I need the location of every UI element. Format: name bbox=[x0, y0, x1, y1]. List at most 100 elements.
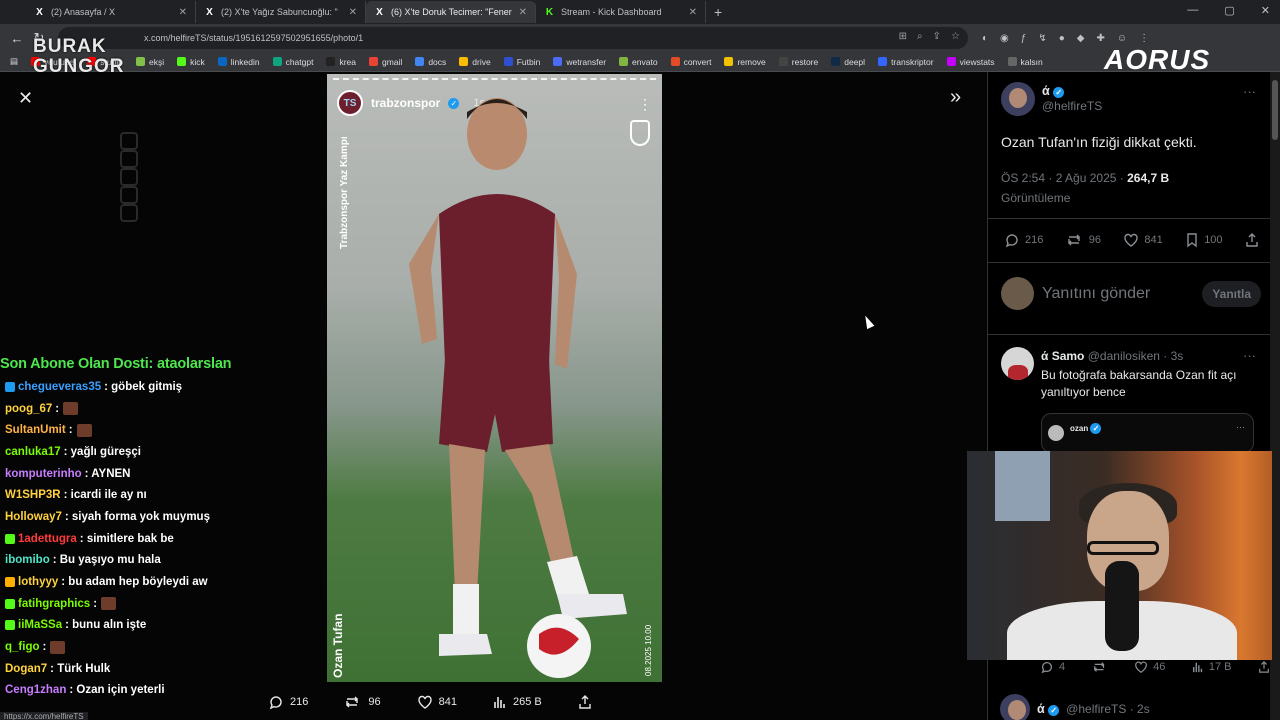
bookmark-favicon-icon bbox=[272, 57, 282, 66]
bookmark-drive[interactable]: drive bbox=[459, 57, 491, 67]
tab-close-icon[interactable]: ✕ bbox=[179, 7, 187, 18]
bookmark-krea[interactable]: krea bbox=[326, 57, 356, 67]
reply-author-avatar[interactable] bbox=[1001, 347, 1034, 380]
reply-more-icon[interactable]: ··· bbox=[1243, 348, 1256, 363]
extension-icon[interactable]: ƒ bbox=[1021, 33, 1027, 44]
chat-message: ibomibo: Bu yaşıyo mu hala bbox=[5, 550, 305, 572]
bookmark-docs[interactable]: docs bbox=[415, 57, 446, 67]
bookmark-chatgpt[interactable]: chatgpt bbox=[272, 57, 313, 67]
story-image: TS trabzonspor ✓ 1s ⋮ Trabzonspor Yaz Ka… bbox=[327, 74, 662, 682]
close-viewer-button[interactable]: ✕ bbox=[18, 88, 33, 109]
chat-username[interactable]: iiMaSSa bbox=[18, 619, 62, 631]
close-window-icon[interactable]: ✕ bbox=[1261, 4, 1270, 17]
chat-username[interactable]: komputerinho bbox=[5, 468, 82, 480]
reply-repost-button[interactable] bbox=[1092, 660, 1108, 674]
chat-username[interactable]: lothyyy bbox=[18, 576, 58, 588]
back-icon[interactable]: ← bbox=[6, 31, 28, 46]
bookmark-label: transkriptor bbox=[891, 56, 934, 67]
minimize-icon[interactable]: — bbox=[1187, 4, 1198, 17]
bookmark-deepl[interactable]: deepl bbox=[831, 57, 865, 67]
bookmark-kalsın[interactable]: kalsın bbox=[1007, 56, 1043, 67]
share-icon[interactable]: ⇪ bbox=[933, 31, 941, 42]
maximize-icon[interactable]: ▢ bbox=[1224, 4, 1234, 17]
image-like-button[interactable]: 841 bbox=[417, 694, 457, 710]
share-button[interactable] bbox=[1245, 232, 1259, 248]
tab-close-icon[interactable]: ✕ bbox=[689, 7, 697, 18]
embed-more-icon[interactable]: ··· bbox=[1236, 422, 1245, 432]
tweet-more-icon[interactable]: ··· bbox=[1243, 84, 1256, 99]
reply-share-button[interactable] bbox=[1258, 660, 1270, 674]
bookmark-kick[interactable]: kick bbox=[177, 57, 205, 67]
browser-tab[interactable]: X (2) Anasayfa / X ✕ bbox=[26, 1, 196, 23]
tab-close-icon[interactable]: ✕ bbox=[349, 7, 357, 18]
chat-username[interactable]: Dogan7 bbox=[5, 663, 47, 675]
chat-text: : Türk Hulk bbox=[50, 662, 111, 675]
reply-input[interactable]: Yanıtını gönder bbox=[1042, 285, 1202, 303]
reply-views-button[interactable]: 17 B bbox=[1192, 660, 1231, 674]
tab-close-icon[interactable]: ✕ bbox=[519, 7, 527, 18]
tweet-time[interactable]: ÖS 2:54 · 2 Ağu 2025 · bbox=[1001, 171, 1127, 185]
bookmark-linkedin[interactable]: linkedin bbox=[217, 57, 260, 67]
bookmark-button[interactable]: 100 bbox=[1185, 232, 1223, 248]
browser-tab[interactable]: X (6) X'te Doruk Tecimer: "Fener ✕ bbox=[366, 1, 536, 23]
bookmark-transkriptor[interactable]: transkriptor bbox=[878, 57, 934, 67]
profile-icon[interactable]: ☺ bbox=[1117, 33, 1127, 44]
address-bar[interactable]: x.com/helfireTS/status/19516125975029516… bbox=[58, 27, 968, 49]
bookmark-label: Futbin bbox=[516, 56, 541, 67]
chat-username[interactable]: q_figo bbox=[5, 641, 40, 653]
image-repost-button[interactable]: 96 bbox=[344, 694, 381, 710]
chat-username[interactable]: 1adettugra bbox=[18, 533, 77, 545]
install-icon[interactable]: ⊞ bbox=[899, 31, 907, 42]
reply-button[interactable]: 216 bbox=[1004, 232, 1043, 248]
browser-tab[interactable]: X (2) X'te Yağız Sabuncuoğlu: " ✕ bbox=[196, 1, 366, 23]
reply-submit-button[interactable]: Yanıtla bbox=[1202, 280, 1261, 307]
bookmark-label: kalsın bbox=[1020, 56, 1043, 67]
bookmark-convert[interactable]: convert bbox=[670, 57, 711, 67]
image-share-button[interactable] bbox=[578, 694, 598, 710]
bookmark-restore[interactable]: restore bbox=[778, 57, 818, 67]
extension-icon[interactable]: ↯ bbox=[1038, 33, 1046, 44]
bookmark-wetransfer[interactable]: wetransfer bbox=[553, 57, 606, 67]
quoted-embed[interactable]: ozan ✓ ··· bbox=[1041, 413, 1254, 453]
chat-message: iiMaSSa: bunu alın işte bbox=[5, 615, 305, 637]
repost-button[interactable]: 96 bbox=[1066, 232, 1101, 248]
extension-icon[interactable]: ◐ bbox=[982, 33, 988, 44]
next-reply-avatar[interactable] bbox=[1000, 694, 1030, 720]
browser-tab[interactable]: K Stream - Kick Dashboard ✕ bbox=[536, 1, 706, 23]
extension-icon[interactable]: ● bbox=[1059, 33, 1065, 44]
reply-like-button[interactable]: 46 bbox=[1134, 660, 1165, 674]
bookmark-star-icon[interactable]: ☆ bbox=[951, 31, 960, 42]
bookmark-envato[interactable]: envato bbox=[619, 57, 658, 67]
next-reply[interactable]: ά ✓ @helfireTS · 2s bbox=[1000, 694, 1150, 720]
reply-reply-button[interactable]: 4 bbox=[1040, 660, 1065, 674]
bookmark-ekşi[interactable]: ekşi bbox=[135, 57, 164, 67]
puzzle-icon[interactable]: ✚ bbox=[1096, 33, 1104, 44]
extension-icon[interactable]: ◆ bbox=[1077, 33, 1085, 44]
author-avatar[interactable] bbox=[1001, 82, 1035, 116]
expand-panel-button[interactable]: » bbox=[950, 86, 961, 109]
bookmarks-menu-icon[interactable]: ▤ bbox=[10, 56, 18, 67]
chat-username[interactable]: Holloway7 bbox=[5, 511, 62, 523]
chat-username[interactable]: poog_67 bbox=[5, 403, 52, 415]
zoom-icon[interactable]: ⌕ bbox=[917, 31, 923, 42]
chat-username[interactable]: fatihgraphics bbox=[18, 598, 90, 610]
like-button[interactable]: 841 bbox=[1123, 232, 1163, 248]
bookmark-Futbin[interactable]: Futbin bbox=[503, 56, 541, 67]
chat-username[interactable]: W1SHP3R bbox=[5, 489, 61, 501]
extension-icon[interactable]: ◉ bbox=[1000, 33, 1009, 44]
menu-icon[interactable]: ⋮ bbox=[1139, 33, 1149, 44]
url-text: x.com/helfireTS/status/19516125975029516… bbox=[144, 33, 364, 43]
image-views-button[interactable]: 265 B bbox=[493, 694, 542, 710]
bookmark-viewstats[interactable]: viewstats bbox=[946, 57, 995, 67]
chat-username[interactable]: chegueveras35 bbox=[18, 381, 101, 393]
bookmark-gmail[interactable]: gmail bbox=[369, 57, 402, 67]
chat-username[interactable]: canluka17 bbox=[5, 446, 61, 458]
scroll-thumb[interactable] bbox=[1272, 80, 1278, 140]
reply-reply-count: 4 bbox=[1059, 661, 1066, 673]
new-tab-button[interactable]: + bbox=[714, 4, 722, 20]
bookmark-remove[interactable]: remove bbox=[724, 57, 766, 67]
tweet-author[interactable]: ά ✓ @helfireTS bbox=[1001, 82, 1102, 116]
chat-username[interactable]: ibomibo bbox=[5, 554, 50, 566]
chat-username[interactable]: Ceng1zhan bbox=[5, 684, 66, 696]
chat-username[interactable]: SultanUmit bbox=[5, 424, 66, 436]
